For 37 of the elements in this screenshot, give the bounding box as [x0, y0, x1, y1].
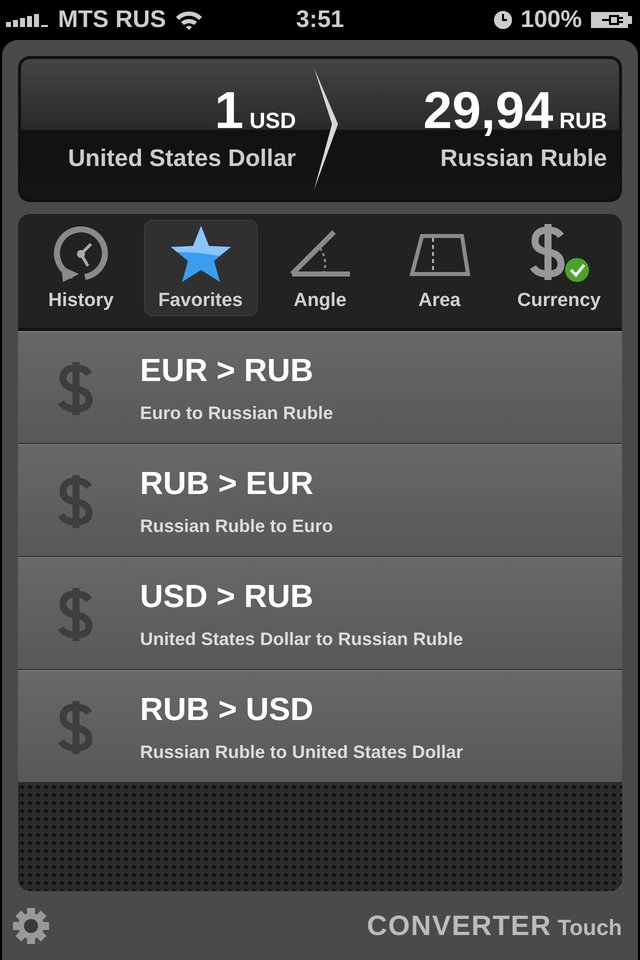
favorite-row[interactable]: RUB > EUR Russian Ruble to Euro [18, 444, 622, 557]
pair-description: Russian Ruble to United States Dollar [140, 742, 464, 762]
pair-title: USD > RUB [140, 578, 314, 614]
battery-charging-icon [590, 10, 634, 30]
app-logo-text: CONVERTER [366, 910, 552, 942]
pair-title: EUR > RUB [140, 352, 314, 388]
battery-percentage: 100% [520, 6, 582, 34]
from-currency-code: USD [250, 108, 296, 134]
alarm-clock-icon [492, 10, 513, 30]
pair-description: Euro to Russian Ruble [140, 402, 334, 424]
tab[interactable]: History [24, 220, 138, 316]
carrier-name: MTS RUS [58, 6, 166, 34]
to-currency-name: Russian Ruble [440, 145, 607, 173]
tab[interactable]: Favorites [144, 220, 258, 316]
settings-icon[interactable] [12, 906, 50, 944]
favorite-row[interactable]: USD > RUB United States Dollar to Russian Ruble [18, 557, 622, 670]
dollar-checkmark-icon [527, 224, 591, 284]
star-icon [168, 224, 232, 284]
from-amount: 1 [214, 85, 244, 137]
from-currency-name: United States Dollar [68, 145, 296, 173]
pair-description: Russian Ruble to Euro [140, 516, 334, 536]
conversion-display[interactable]: 1 USD United States Dollar 29,94 RUB Russian Ruble [18, 56, 622, 202]
pair-title: RUB > USD [140, 690, 314, 728]
favorite-row[interactable]: RUB > USD Russian Ruble to United States Dollar [18, 670, 622, 783]
tab[interactable]: Currency [502, 220, 616, 316]
app-logo-subtext: Touch [558, 914, 622, 940]
clock-icon [51, 224, 111, 284]
signal-icon [6, 13, 50, 27]
favorite-row[interactable]: EUR > RUB Euro to Russian Ruble [18, 331, 622, 444]
to-amount: 29,94 [423, 85, 554, 137]
pair-description: United States Dollar to Russian Ruble [140, 628, 464, 650]
wifi-icon [174, 9, 204, 31]
tab[interactable]: Area [382, 220, 496, 316]
clock-time: 3:51 [296, 6, 344, 34]
tab[interactable]: Angle [263, 220, 377, 316]
pair-title: RUB > EUR [140, 464, 314, 502]
to-currency-code: RUB [559, 108, 607, 134]
